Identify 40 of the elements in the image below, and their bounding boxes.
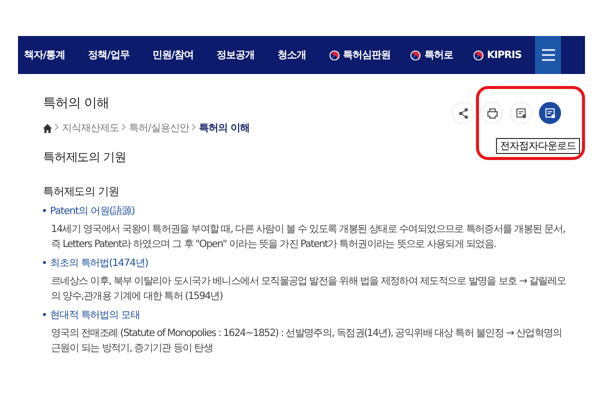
share-icon [458, 108, 468, 118]
document-icon [516, 108, 526, 118]
menu-icon [542, 49, 555, 61]
nav-link[interactable]: 특허로 [410, 48, 453, 62]
document-button[interactable] [539, 102, 561, 124]
page-title: 특허의 이해 [43, 95, 110, 112]
nav-link[interactable]: 책자/통계 [24, 48, 66, 62]
share-button[interactable] [452, 102, 474, 124]
print-icon [486, 108, 498, 118]
item-title: 최초의 특허법(1474년) [50, 257, 148, 270]
item-text: 14세기 영국에서 국왕이 특허권을 부여할 때, 다른 사람이 볼 수 있도록 개봉된 상태로 수여되었으므로 특허증서를 개봉된 문서, 즉 Letters Patent라 하였으며 그 후 "Open" 이라는 뜻을 가진 Patent가 특허권이라는 뜻으로 사용되게 되었음. [51, 223, 566, 252]
emblem-icon [410, 50, 422, 60]
print-button[interactable] [481, 102, 503, 124]
menu-button[interactable] [535, 36, 562, 74]
item-text: 르네상스 이후, 북부 이탈리아 도시국가 베니스에서 모직물공업 발전을 위해 법을 제정하여 제도적으로 발명을 보호 → 갈릴레오의 양수,관개용 기계에 대한 특허 (1594년) [51, 275, 567, 304]
chevron-icon [192, 124, 196, 130]
item-text: 영국의 전매조례 (Statute of Monopolies : 1624~1852) : 선발명주의, 독점권(14년), 공익위배 대상 특허 불인정 → 산업혁명의 근원이 되는 방적기, 증기기관 등이 탄생 [51, 327, 563, 356]
subheading: 특허제도의 기원 [43, 184, 120, 199]
emblem-icon [472, 50, 484, 60]
breadcrumb-link[interactable]: 특허/실용신안 [129, 121, 189, 135]
nav-link[interactable]: KIPRIS [472, 50, 522, 60]
chevron-icon [122, 124, 126, 130]
bullet-icon [43, 209, 46, 212]
item-title: 현대적 특허법의 모태 [50, 309, 140, 322]
nav-link[interactable]: 민원/참여 [152, 48, 194, 62]
nav-link[interactable]: 정책/업무 [88, 48, 130, 62]
section-heading: 특허제도의 기원 [43, 149, 128, 166]
bullet-icon [43, 261, 46, 264]
nav-link[interactable]: 특허심판원 [328, 48, 390, 62]
bullet-icon [43, 313, 46, 316]
nav-link[interactable]: 정보공개 [216, 48, 254, 62]
breadcrumb-link[interactable]: 지식재산제도 [62, 121, 119, 135]
item-title: Patent의 어원(語源) [50, 204, 135, 218]
nav-link[interactable]: 청소개 [277, 48, 306, 62]
emblem-icon [328, 50, 340, 60]
document-icon [544, 108, 556, 118]
chevron-icon [55, 124, 59, 130]
home-icon[interactable] [43, 124, 52, 132]
breadcrumb-link[interactable]: 특허의 이해 [198, 121, 250, 135]
tooltip: 전자점자다운로드 [496, 138, 580, 154]
